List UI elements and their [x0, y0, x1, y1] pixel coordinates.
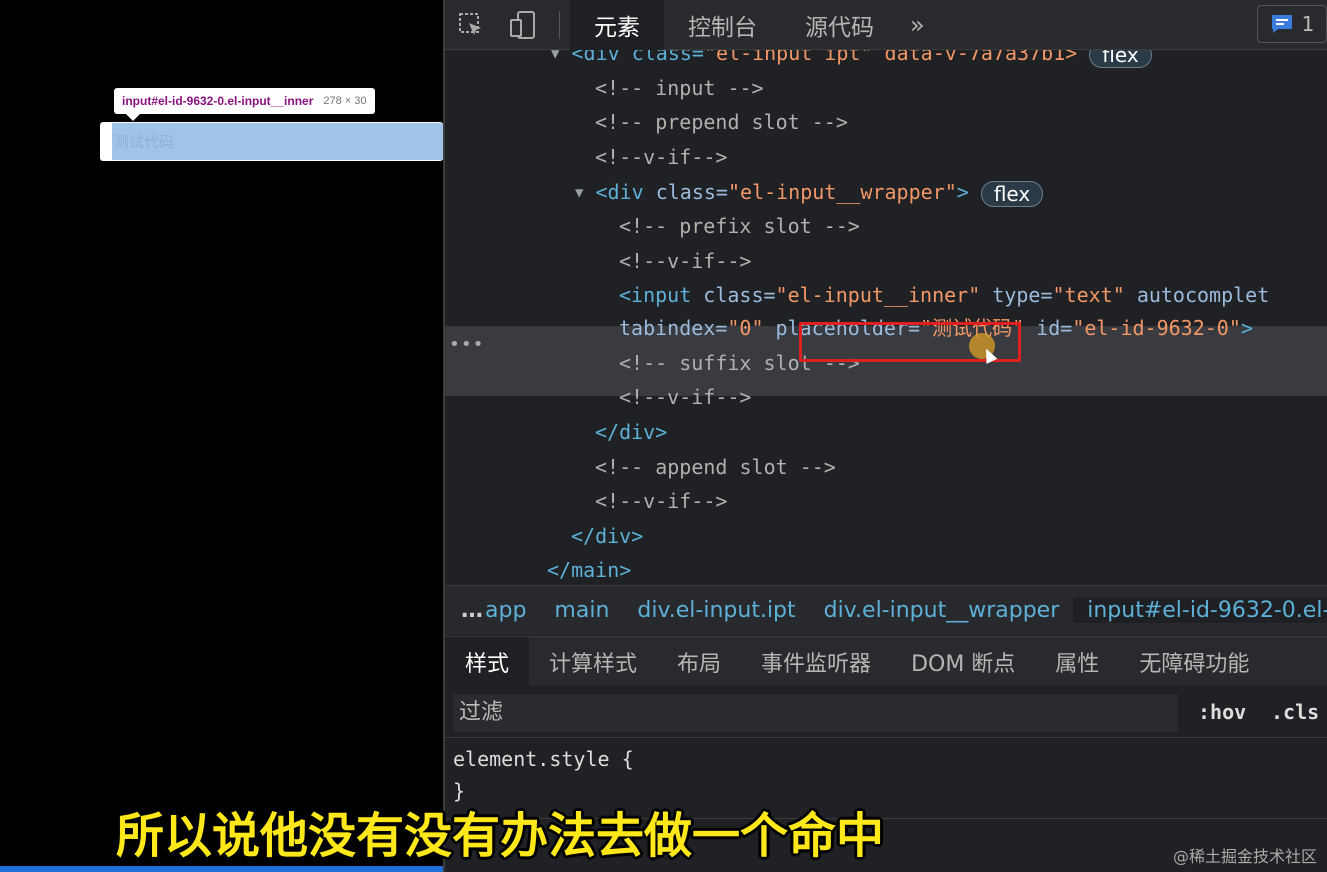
input-placeholder-text[interactable]: 测试代码 [114, 131, 174, 152]
element-style-rule[interactable]: element.style { [453, 744, 634, 774]
collapse-triangle-icon[interactable]: ▼ [575, 185, 583, 201]
breadcrumb-app[interactable]: app [485, 598, 540, 623]
dom-comment-prefix[interactable]: <!-- prefix slot --> [619, 209, 860, 243]
styles-filter-bar: 过滤 :hov .cls [445, 688, 1327, 738]
dom-comment-vif[interactable]: <!--v-if--> [619, 244, 751, 278]
flex-badge[interactable]: flex [1089, 50, 1152, 68]
toolbar-separator [559, 10, 560, 39]
tab-dom-breakpoints[interactable]: DOM 断点 [891, 637, 1035, 687]
issues-count: 1 [1301, 12, 1315, 36]
breadcrumb-div-ipt[interactable]: div.el-input.ipt [623, 598, 809, 623]
tab-properties[interactable]: 属性 [1035, 637, 1119, 687]
dom-comment-vif[interactable]: <!--v-if--> [619, 380, 751, 414]
breadcrumb-input[interactable]: input#el-id-9632-0.el-i [1073, 598, 1327, 623]
collapse-triangle-icon[interactable]: ▼ [551, 50, 559, 62]
tab-styles[interactable]: 样式 [445, 636, 530, 687]
dom-comment-input[interactable]: <!-- input --> [595, 71, 764, 105]
dom-comment-vif[interactable]: <!--v-if--> [595, 140, 727, 174]
tab-elements[interactable]: 元素 [570, 0, 664, 50]
devtools-toolbar: 元素 控制台 源代码 » 1 [445, 0, 1327, 50]
dom-close-div[interactable]: </div> [595, 415, 667, 449]
breadcrumb: … app main div.el-input.ipt div.el-input… [445, 585, 1327, 635]
inspect-tooltip: input#el-id-9632-0.el-input__inner 278 ×… [114, 88, 375, 121]
cls-toggle-button[interactable]: .cls [1271, 700, 1319, 724]
tab-accessibility[interactable]: 无障碍功能 [1119, 637, 1269, 687]
dom-close-main[interactable]: </main> [547, 553, 631, 583]
tooltip-size: 278 × 30 [323, 95, 367, 107]
styles-subtabs: 样式 计算样式 布局 事件监听器 DOM 断点 属性 无障碍功能 [445, 636, 1327, 687]
tooltip-selector: input#el-id-9632-0.el-input__inner [122, 94, 314, 108]
tab-event-listeners[interactable]: 事件监听器 [741, 637, 891, 687]
dom-tree: ••• ▼ <div class="el-input ipt" data-v-7… [445, 50, 1327, 583]
dom-line-input[interactable]: <input class="el-input__inner" type="tex… [619, 278, 1269, 312]
message-icon [1271, 15, 1292, 33]
devtools-panel: 元素 控制台 源代码 » 1 ••• ▼ <div class="el-inpu… [443, 0, 1327, 872]
row-menu-icon[interactable]: ••• [449, 334, 485, 355]
breadcrumb-main[interactable]: main [540, 598, 623, 623]
tab-layout[interactable]: 布局 [657, 637, 741, 687]
dom-comment-prepend[interactable]: <!-- prepend slot --> [595, 105, 848, 139]
dom-close-div[interactable]: </div> [571, 519, 643, 553]
watermark: @稀土掘金技术社区 [1172, 847, 1317, 866]
issues-button[interactable]: 1 [1257, 5, 1327, 43]
tab-sources[interactable]: 源代码 [781, 0, 898, 50]
hov-toggle-button[interactable]: :hov [1198, 700, 1246, 724]
bottom-progress-strip [0, 866, 443, 872]
tooltip-arrow [126, 114, 140, 121]
tab-computed[interactable]: 计算样式 [529, 637, 657, 687]
dom-comment-append[interactable]: <!-- append slot --> [595, 450, 836, 484]
breadcrumb-more-icon[interactable]: … [445, 598, 485, 623]
filter-input[interactable]: 过滤 [453, 694, 1178, 732]
dom-comment-vif[interactable]: <!--v-if--> [595, 484, 727, 518]
more-tabs-icon[interactable]: » [898, 11, 937, 39]
page-viewport: 测试代码 input#el-id-9632-0.el-input__inner … [0, 0, 443, 872]
device-toggle-icon[interactable] [497, 0, 549, 50]
tab-console[interactable]: 控制台 [664, 0, 781, 50]
breadcrumb-div-wrapper[interactable]: div.el-input__wrapper [810, 598, 1074, 623]
video-subtitle: 所以说他没有没有办法去做一个命中 [116, 808, 885, 864]
dom-line-div-ipt[interactable]: ▼ <div class="el-input ipt" data-v-7a7a3… [551, 50, 1152, 70]
dom-line-div-wrapper[interactable]: ▼ <div class="el-input__wrapper"> flex [575, 175, 1044, 209]
flex-badge[interactable]: flex [980, 180, 1044, 207]
inspect-element-icon[interactable] [445, 0, 497, 50]
